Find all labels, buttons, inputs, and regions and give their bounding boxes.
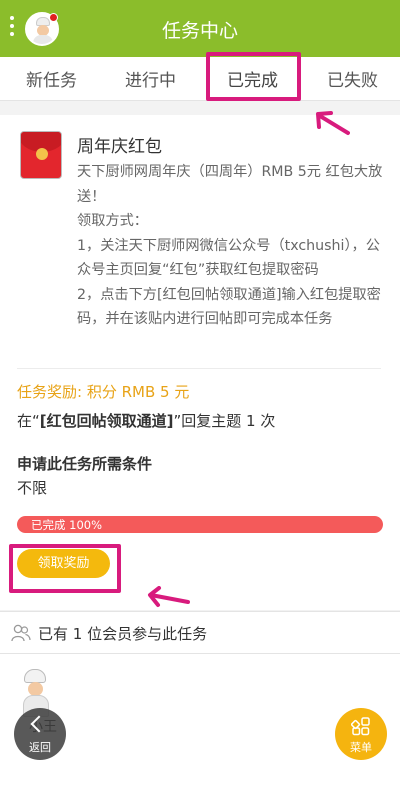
task-title: 周年庆红包 bbox=[77, 137, 162, 157]
conditions-title: 申请此任务所需条件 bbox=[17, 455, 153, 473]
page-title: 任务中心 bbox=[161, 20, 238, 42]
divider bbox=[17, 368, 381, 369]
task-card: 周年庆红包 天下厨师网周年庆（四周年）RMB 5元 红包大放送！ 领取方式： 1… bbox=[0, 115, 400, 610]
participants-count: 已有 1 位会员参与此任务 bbox=[38, 625, 208, 643]
chevron-left-icon bbox=[30, 715, 48, 733]
task-requirement: 在“[红包回帖领取通道]”回复主题 1 次 bbox=[17, 412, 276, 430]
thread-link[interactable]: [红包回帖领取通道] bbox=[40, 412, 174, 430]
task-description: 天下厨师网周年庆（四周年）RMB 5元 红包大放送！ 领取方式： 1，关注天下厨… bbox=[77, 164, 383, 327]
members-icon bbox=[11, 624, 31, 642]
tab-in-progress[interactable]: 进行中 bbox=[125, 66, 176, 91]
menu-button[interactable]: 菜单 bbox=[335, 708, 387, 760]
tab-new-tasks[interactable]: 新任务 bbox=[26, 66, 77, 91]
red-envelope-icon bbox=[20, 131, 62, 179]
task-tabs: 新任务 进行中 已完成 已失败 bbox=[0, 57, 400, 101]
grid-menu-icon bbox=[351, 717, 370, 736]
highlight-completed-tab bbox=[206, 52, 301, 101]
progress-bar: 已完成 100% bbox=[17, 516, 383, 533]
conditions-value: 不限 bbox=[17, 479, 48, 497]
highlight-claim-button bbox=[9, 544, 121, 593]
arrow-pointer-icon bbox=[148, 586, 190, 607]
app-header: 任务中心 bbox=[0, 0, 400, 57]
progress-label: 已完成 100% bbox=[31, 518, 103, 532]
tab-failed[interactable]: 已失败 bbox=[327, 66, 378, 91]
menu-label: 菜单 bbox=[350, 741, 372, 754]
task-reward: 任务奖励: 积分 RMB 5 元 bbox=[17, 383, 190, 401]
participants-bar: 已有 1 位会员参与此任务 bbox=[0, 611, 400, 654]
arrow-pointer-icon bbox=[316, 111, 350, 135]
back-button[interactable]: 返回 bbox=[14, 708, 66, 760]
back-label: 返回 bbox=[29, 741, 51, 754]
